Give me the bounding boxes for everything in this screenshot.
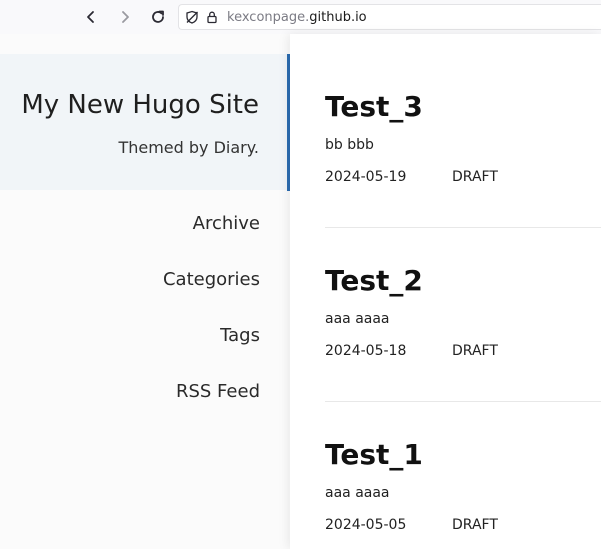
url-domain: github.io bbox=[309, 10, 367, 25]
post-date: 2024-05-18 bbox=[325, 343, 407, 359]
post-date: 2024-05-05 bbox=[325, 517, 407, 533]
nav-item-categories[interactable]: Categories bbox=[163, 266, 260, 322]
forward-button[interactable] bbox=[114, 6, 136, 28]
web-page: My New Hugo Site Themed by Diary. Archiv… bbox=[0, 34, 601, 549]
url-text[interactable]: kexconpage.github.io bbox=[227, 10, 367, 25]
post-date: 2024-05-19 bbox=[325, 169, 407, 185]
post-status: DRAFT bbox=[452, 517, 498, 533]
post-excerpt: bb bbb bbox=[325, 137, 374, 153]
lock-icon[interactable] bbox=[205, 10, 219, 24]
back-button[interactable] bbox=[80, 6, 102, 28]
address-bar[interactable]: kexconpage.github.io bbox=[178, 4, 601, 30]
post-item: Test_3 bb bbb 2024-05-19 DRAFT bbox=[325, 90, 601, 185]
post-excerpt: aaa aaaa bbox=[325, 311, 390, 327]
post-list: Test_3 bb bbb 2024-05-19 DRAFT Test_2 aaa… bbox=[290, 34, 601, 549]
url-subdomain: kexconpage. bbox=[227, 10, 310, 25]
post-title[interactable]: Test_1 bbox=[325, 438, 601, 471]
post-status: DRAFT bbox=[452, 169, 498, 185]
post-title[interactable]: Test_2 bbox=[325, 264, 601, 297]
site-subtitle: Themed by Diary. bbox=[118, 138, 259, 157]
post-item: Test_2 aaa aaaa 2024-05-18 DRAFT bbox=[325, 264, 601, 359]
nav-item-archive[interactable]: Archive bbox=[163, 210, 260, 266]
post-divider bbox=[325, 227, 601, 228]
post-meta: 2024-05-18 DRAFT bbox=[325, 343, 601, 359]
browser-toolbar: kexconpage.github.io bbox=[0, 0, 601, 34]
post-status: DRAFT bbox=[452, 343, 498, 359]
site-title[interactable]: My New Hugo Site bbox=[21, 90, 259, 120]
sidebar: My New Hugo Site Themed by Diary. Archiv… bbox=[0, 34, 290, 549]
sidebar-nav: Archive Categories Tags RSS Feed bbox=[163, 210, 260, 434]
post-title[interactable]: Test_3 bbox=[325, 90, 601, 123]
post-meta: 2024-05-05 DRAFT bbox=[325, 517, 601, 533]
reload-icon bbox=[152, 10, 164, 23]
chevron-right-icon bbox=[122, 11, 129, 23]
post-item: Test_1 aaa aaaa 2024-05-05 DRAFT bbox=[325, 438, 601, 533]
reload-button[interactable] bbox=[147, 6, 169, 28]
chevron-left-icon bbox=[87, 11, 94, 23]
site-header: My New Hugo Site Themed by Diary. bbox=[0, 54, 289, 190]
nav-item-tags[interactable]: Tags bbox=[163, 322, 260, 378]
post-divider bbox=[325, 401, 601, 402]
post-excerpt: aaa aaaa bbox=[325, 485, 390, 501]
nav-item-rss-feed[interactable]: RSS Feed bbox=[163, 378, 260, 434]
tracking-protection-icon[interactable] bbox=[185, 10, 199, 24]
post-meta: 2024-05-19 DRAFT bbox=[325, 169, 601, 185]
